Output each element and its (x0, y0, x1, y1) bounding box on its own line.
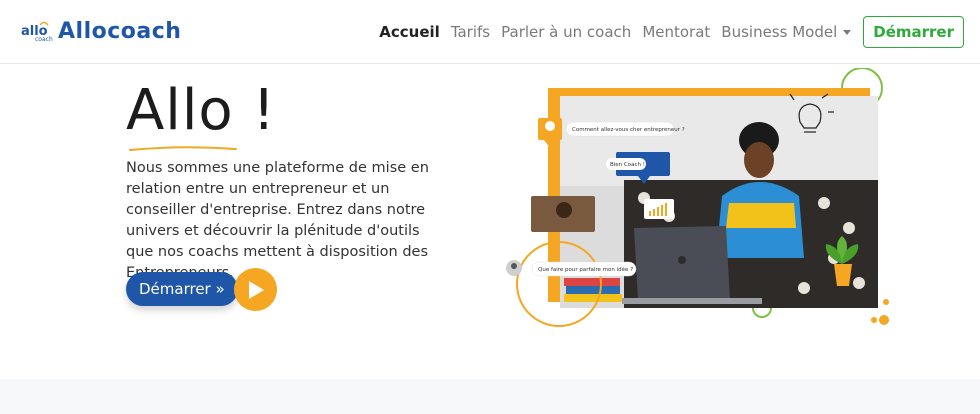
hero-illustration: Comment allez-vous cher entrepreneur ? B… (504, 67, 894, 330)
logo-subtext: coach (35, 36, 53, 43)
play-video-button[interactable] (234, 268, 277, 311)
next-section-strip (0, 379, 980, 414)
brand-name: Allocoach (58, 18, 182, 44)
allocoach-logo: allo coach (20, 17, 54, 45)
navbar: allo coach Allocoach Accueil Tarifs Parl… (0, 0, 980, 64)
nav-item-business-model[interactable]: Business Model (721, 23, 852, 41)
demarrer-nav-button[interactable]: Démarrer (863, 16, 964, 48)
play-icon (248, 280, 264, 299)
nav-item-parler-coach[interactable]: Parler à un coach (501, 23, 631, 41)
brand[interactable]: allo coach Allocoach (20, 17, 181, 45)
chat-bubble-3: Que faire pour parfaire mon idée ? (538, 266, 633, 273)
demarrer-hero-button[interactable]: Démarrer » (126, 272, 238, 306)
hero-title: Allo ! (126, 78, 276, 143)
nav-item-accueil[interactable]: Accueil (379, 23, 440, 41)
chat-bubble-2: Bien Coach ! (610, 162, 645, 168)
hero-description: Nous sommes une plateforme de mise en re… (126, 160, 429, 281)
nav-item-tarifs[interactable]: Tarifs (451, 23, 490, 41)
nav-item-mentorat[interactable]: Mentorat (642, 23, 710, 41)
title-underline-swash (129, 146, 237, 151)
nav-item-business-model-label: Business Model (721, 23, 838, 41)
chat-bubble-1: Comment allez-vous cher entrepreneur ? (572, 127, 685, 133)
main-nav: Accueil Tarifs Parler à un coach Mentora… (368, 16, 964, 48)
chevron-down-icon (843, 30, 852, 35)
